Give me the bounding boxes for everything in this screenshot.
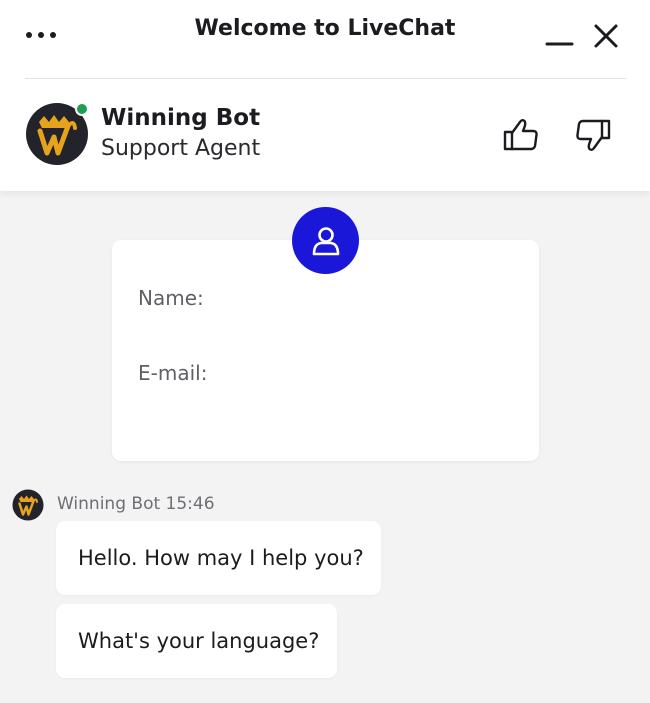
online-status-dot <box>75 102 89 116</box>
title-bar: Welcome to LiveChat <box>0 0 650 78</box>
user-icon <box>292 207 359 274</box>
thumbs-up-icon[interactable] <box>501 116 541 154</box>
message-bubble[interactable]: What's your language? <box>56 604 337 678</box>
agent-role: Support Agent <box>101 136 261 161</box>
minimize-icon[interactable] <box>541 22 577 52</box>
close-icon[interactable] <box>588 18 624 54</box>
thumbs-down-icon[interactable] <box>573 116 613 154</box>
name-field-label: Name: <box>138 286 204 310</box>
message-meta: Winning Bot 15:46 <box>57 494 215 514</box>
agent-name: Winning Bot <box>101 105 261 131</box>
message-bubble[interactable]: Hello. How may I help you? <box>56 521 381 595</box>
user-outline-icon <box>312 226 339 255</box>
email-field-label: E-mail: <box>138 361 208 385</box>
bot-avatar <box>12 489 44 521</box>
chat-header: Welcome to LiveChat Winning Bot Support … <box>0 0 650 191</box>
header-divider <box>25 78 626 79</box>
